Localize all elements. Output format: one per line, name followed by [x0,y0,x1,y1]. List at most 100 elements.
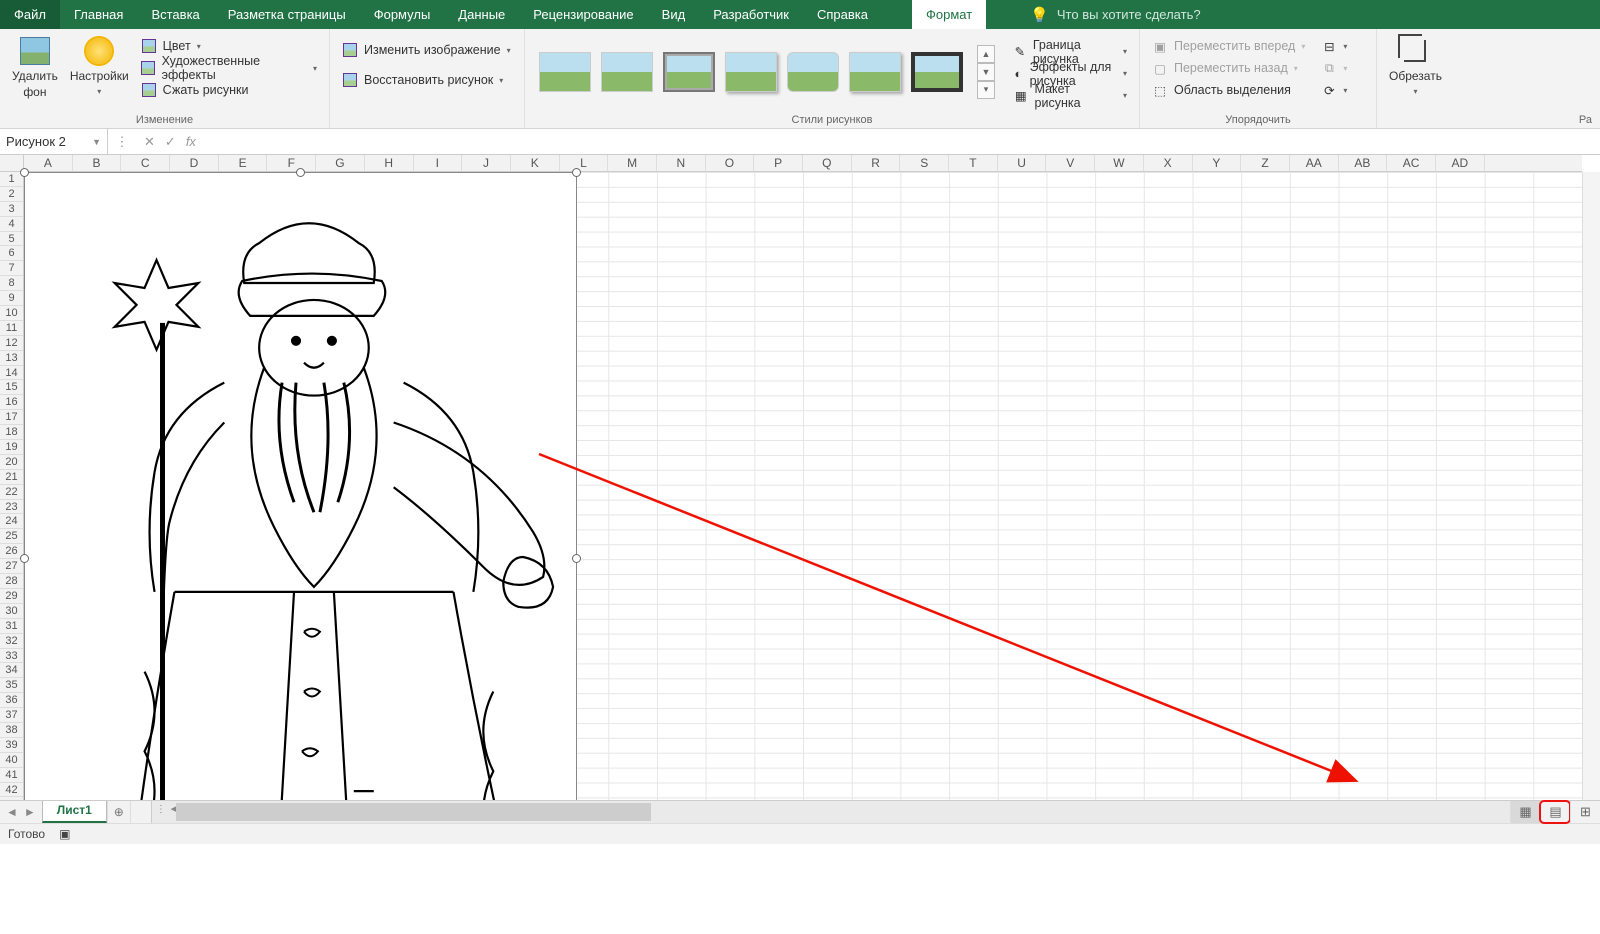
row-header-38[interactable]: 38 [0,723,23,738]
row-headers[interactable]: 1234567891011121314151617181920212223242… [0,172,24,800]
col-header-AC[interactable]: AC [1387,155,1436,171]
sheet-nav-prev-icon[interactable]: ◄ [6,805,18,819]
col-header-C[interactable]: C [121,155,170,171]
tab-review[interactable]: Рецензирование [519,0,647,29]
col-header-N[interactable]: N [657,155,706,171]
row-header-7[interactable]: 7 [0,261,23,276]
row-header-8[interactable]: 8 [0,276,23,291]
row-header-2[interactable]: 2 [0,187,23,202]
col-header-D[interactable]: D [170,155,219,171]
resize-handle-ne[interactable] [572,168,581,177]
row-header-31[interactable]: 31 [0,619,23,634]
col-header-A[interactable]: A [24,155,73,171]
col-header-Q[interactable]: Q [803,155,852,171]
vertical-scrollbar[interactable] [1582,172,1600,800]
row-header-36[interactable]: 36 [0,693,23,708]
gallery-more-icon[interactable]: ▾ [977,81,995,99]
gallery-up-icon[interactable]: ▲ [977,45,995,63]
tab-file[interactable]: Файл [0,0,60,29]
col-header-O[interactable]: O [706,155,755,171]
tab-page-layout[interactable]: Разметка страницы [214,0,360,29]
row-header-33[interactable]: 33 [0,649,23,664]
row-header-23[interactable]: 23 [0,500,23,515]
col-header-S[interactable]: S [900,155,949,171]
resize-handle-e[interactable] [572,554,581,563]
picture-style-4[interactable] [725,52,777,92]
change-picture-button[interactable]: Изменить изображение [336,39,517,61]
picture-style-5[interactable] [787,52,839,92]
col-header-T[interactable]: T [949,155,998,171]
col-header-AD[interactable]: AD [1436,155,1485,171]
view-page-break-button[interactable]: ⊞ [1570,801,1600,823]
row-header-37[interactable]: 37 [0,708,23,723]
row-header-40[interactable]: 40 [0,753,23,768]
corrections-button[interactable]: Настройки [64,31,135,103]
resize-handle-w[interactable] [20,554,29,563]
picture-style-1[interactable] [539,52,591,92]
inserted-picture[interactable] [24,172,577,800]
tab-home[interactable]: Главная [60,0,137,29]
tab-formulas[interactable]: Формулы [360,0,445,29]
col-header-W[interactable]: W [1095,155,1144,171]
column-headers[interactable]: ABCDEFGHIJKLMNOPQRSTUVWXYZAAABACAD [24,155,1582,172]
confirm-icon[interactable]: ✓ [165,134,176,150]
artistic-effects-button[interactable]: Художественные эффекты [135,57,323,79]
col-header-Z[interactable]: Z [1241,155,1290,171]
col-header-K[interactable]: K [511,155,560,171]
row-header-13[interactable]: 13 [0,351,23,366]
gallery-down-icon[interactable]: ▼ [977,63,995,81]
col-header-I[interactable]: I [414,155,463,171]
compress-pictures-button[interactable]: Сжать рисунки [135,79,323,101]
row-header-10[interactable]: 10 [0,306,23,321]
col-header-B[interactable]: B [73,155,122,171]
tab-developer[interactable]: Разработчик [699,0,803,29]
resize-handle-nw[interactable] [20,168,29,177]
row-header-12[interactable]: 12 [0,336,23,351]
crop-button[interactable]: Обрезать [1383,31,1448,103]
row-header-24[interactable]: 24 [0,514,23,529]
name-box-dropdown-icon[interactable]: ▼ [92,137,101,147]
row-header-27[interactable]: 27 [0,559,23,574]
col-header-R[interactable]: R [852,155,901,171]
picture-style-7[interactable] [911,52,963,92]
row-header-11[interactable]: 11 [0,321,23,336]
col-header-J[interactable]: J [462,155,511,171]
col-header-P[interactable]: P [754,155,803,171]
remove-background-button[interactable]: Удалить фон [6,31,64,103]
align-button[interactable]: ⊟ [1315,35,1353,57]
tab-help[interactable]: Справка [803,0,882,29]
col-header-AB[interactable]: AB [1339,155,1388,171]
resize-handle-n[interactable] [296,168,305,177]
tab-view[interactable]: Вид [648,0,700,29]
row-header-3[interactable]: 3 [0,202,23,217]
row-header-15[interactable]: 15 [0,380,23,395]
fx-icon[interactable]: fx [186,134,196,149]
row-header-22[interactable]: 22 [0,485,23,500]
name-box[interactable]: Рисунок 2 ▼ [0,129,108,154]
col-header-AA[interactable]: AA [1290,155,1339,171]
rotate-button[interactable]: ⟳ [1315,79,1353,101]
sheet-tab-1[interactable]: Лист1 [42,801,107,823]
row-header-9[interactable]: 9 [0,291,23,306]
row-header-19[interactable]: 19 [0,440,23,455]
horizontal-scrollbar[interactable]: ⋮ ◄ [151,801,1510,823]
col-header-U[interactable]: U [998,155,1047,171]
row-header-34[interactable]: 34 [0,663,23,678]
col-header-G[interactable]: G [316,155,365,171]
col-header-Y[interactable]: Y [1193,155,1242,171]
row-header-4[interactable]: 4 [0,217,23,232]
picture-layout-button[interactable]: ▦Макет рисунка [1007,85,1133,107]
row-header-29[interactable]: 29 [0,589,23,604]
row-header-30[interactable]: 30 [0,604,23,619]
picture-style-6[interactable] [849,52,901,92]
selection-pane-button[interactable]: ⬚Область выделения [1146,79,1311,101]
hscroll-thumb[interactable] [176,803,651,821]
row-header-17[interactable]: 17 [0,410,23,425]
row-header-42[interactable]: 42 [0,783,23,798]
cell-area[interactable] [24,172,1582,800]
view-normal-button[interactable]: ▦ [1510,801,1540,823]
reset-picture-button[interactable]: Восстановить рисунок [336,69,517,91]
col-header-H[interactable]: H [365,155,414,171]
macro-record-icon[interactable]: ▣ [59,827,70,841]
row-header-14[interactable]: 14 [0,366,23,381]
